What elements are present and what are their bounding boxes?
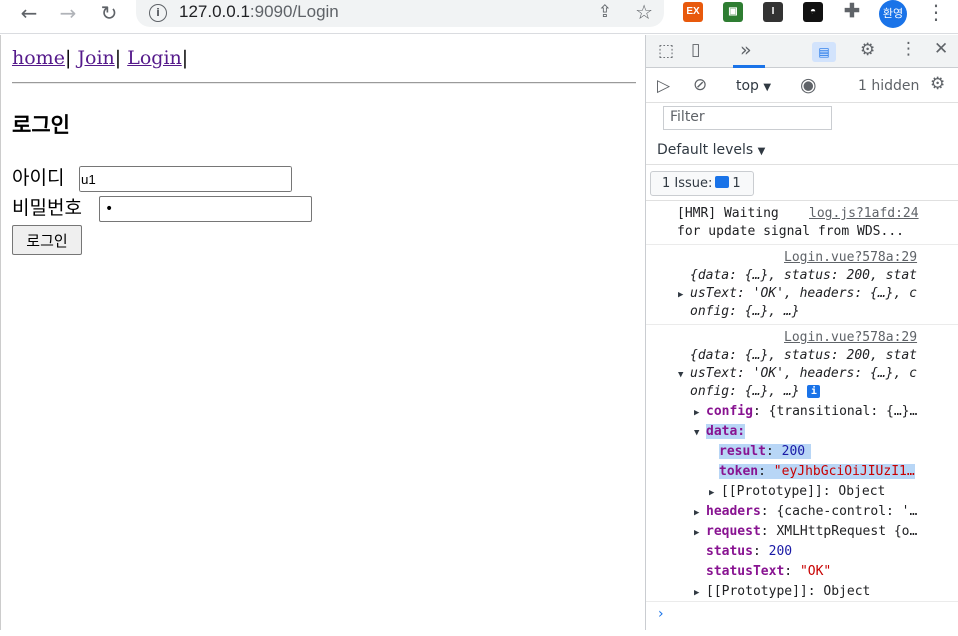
settings-gear-icon[interactable]: ⚙ (860, 40, 875, 60)
close-icon[interactable]: ✕ (934, 39, 948, 59)
id-input[interactable] (79, 166, 292, 192)
divider (646, 601, 958, 602)
filter-input[interactable]: Filter (663, 106, 832, 130)
nav-links: home| Join| Login| (12, 47, 189, 69)
url-text[interactable]: 127.0.0.1:9090/Login (179, 2, 339, 22)
share-icon[interactable]: ⇪ (598, 2, 612, 22)
home-link[interactable]: home (12, 47, 65, 69)
issue-icon (715, 176, 730, 188)
notion-extension-icon[interactable]: I (763, 2, 783, 22)
browser-toolbar: ← → ↻ i 127.0.0.1:9090/Login ⇪ ☆ EX ▣ I … (0, 0, 958, 34)
address-bar[interactable]: i 127.0.0.1:9090/Login ⇪ ☆ (136, 0, 664, 27)
profile-avatar[interactable]: 환영 (879, 0, 907, 28)
expand-triangle-icon[interactable]: ▶ (694, 408, 699, 418)
login-button[interactable]: 로그인 (12, 225, 82, 255)
console-prompt-icon[interactable]: › (658, 606, 664, 622)
context-selector[interactable]: top ▼ (736, 78, 771, 94)
password-row: 비밀번호 (12, 193, 82, 220)
inspect-element-icon[interactable]: ⬚ (658, 41, 674, 61)
console-message: Login.vue?578a:29 {data: {…}, status: 20… (678, 330, 918, 599)
device-toolbar-icon[interactable]: ▯ (691, 40, 700, 60)
active-tab-indicator (733, 65, 765, 68)
devtools-menu-icon[interactable]: ⋮ (900, 39, 917, 59)
collapse-triangle-icon[interactable]: ▼ (678, 370, 683, 380)
login-link[interactable]: Login (127, 47, 182, 69)
collapse-triangle-icon[interactable]: ▼ (694, 428, 699, 438)
log-levels-dropdown[interactable]: Default levels ▼ (657, 142, 765, 158)
screen-extension-icon[interactable]: ▣ (723, 2, 743, 22)
console-settings-gear-icon[interactable]: ⚙ (930, 74, 945, 94)
more-tabs-icon[interactable]: » (740, 39, 752, 61)
console-toolbar: ▷ ⊘ top ▼ ◉ 1 hidden ⚙ (646, 69, 958, 103)
ex-extension-icon[interactable]: EX (683, 2, 703, 22)
page-title: 로그인 (12, 113, 70, 137)
clear-console-icon[interactable]: ⊘ (693, 75, 707, 95)
password-label: 비밀번호 (12, 197, 82, 219)
source-link[interactable]: Login.vue?578a:29 (784, 250, 917, 265)
password-input[interactable] (99, 196, 312, 222)
info-icon[interactable]: i (807, 385, 821, 398)
puzzle-extensions-icon[interactable]: ✚ (842, 2, 862, 22)
forward-arrow-icon[interactable]: → (55, 2, 81, 26)
console-message: [HMR] Waiting log.js?1afd:24 for update … (646, 203, 958, 245)
expand-triangle-icon[interactable]: ▶ (678, 290, 683, 300)
console-message: Login.vue?578a:29 {data: {…}, status: 20… (646, 246, 958, 325)
source-link[interactable]: Login.vue?578a:29 (784, 330, 917, 345)
expand-triangle-icon[interactable]: ▶ (694, 528, 699, 538)
id-row: 아이디 (12, 163, 64, 190)
issues-button[interactable]: 1 Issue: 1 (650, 171, 754, 196)
sidebar-toggle-icon[interactable]: ▷ (657, 76, 670, 96)
browser-menu-icon[interactable]: ⋮ (926, 0, 946, 24)
source-link[interactable]: log.js?1afd:24 (809, 206, 919, 221)
divider (646, 200, 958, 201)
divider (12, 82, 636, 84)
devtools-tabbar: ⬚ ▯ » ▤ ⚙ ⋮ ✕ (646, 35, 958, 68)
live-expression-eye-icon[interactable]: ◉ (800, 74, 817, 96)
join-link[interactable]: Join (77, 47, 114, 69)
page-content: home| Join| Login| 로그인 아이디 비밀번호 로그인 (0, 35, 645, 630)
devtools-panel: ⬚ ▯ » ▤ ⚙ ⋮ ✕ ▷ ⊘ top ▼ ◉ 1 hidden ⚙ Fil… (645, 35, 958, 630)
id-label: 아이디 (12, 167, 65, 189)
issues-chat-icon[interactable]: ▤ (812, 42, 836, 62)
site-info-icon[interactable]: i (149, 4, 167, 22)
incognito-extension-icon[interactable]: ◓ (803, 2, 823, 22)
expand-triangle-icon[interactable]: ▶ (694, 588, 699, 598)
expand-triangle-icon[interactable]: ▶ (709, 488, 714, 498)
reload-icon[interactable]: ↻ (96, 2, 122, 26)
expand-triangle-icon[interactable]: ▶ (694, 508, 699, 518)
hidden-count[interactable]: 1 hidden (858, 78, 919, 94)
bookmark-star-icon[interactable]: ☆ (635, 0, 653, 24)
back-arrow-icon[interactable]: ← (16, 2, 42, 26)
divider (646, 164, 958, 165)
